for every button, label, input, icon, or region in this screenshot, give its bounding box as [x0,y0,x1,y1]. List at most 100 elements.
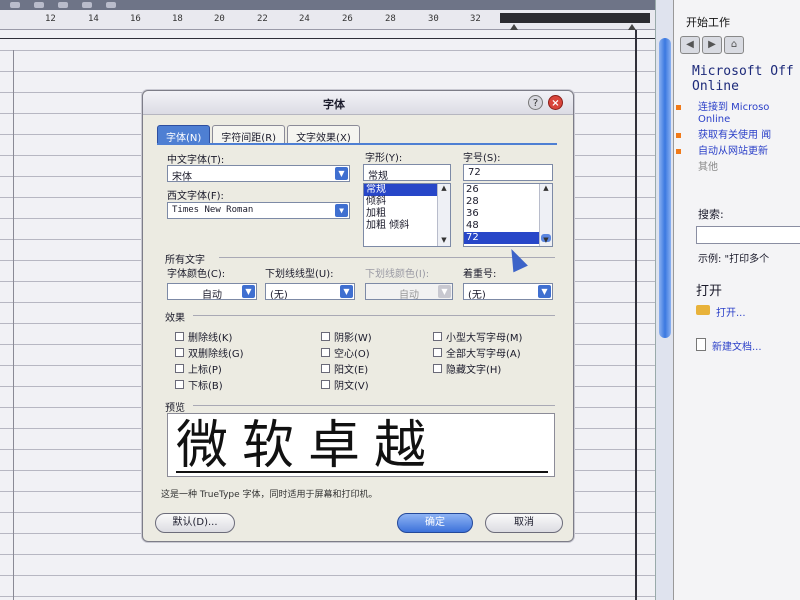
style-list[interactable]: 常规 倾斜 加粗 加粗 倾斜 ▲ ▼ [363,183,451,247]
checkbox[interactable] [175,380,184,389]
toolbar-icon[interactable] [34,2,44,8]
double-strikethrough-checkbox[interactable]: 双删除线(G) [175,345,244,360]
close-icon[interactable]: × [548,95,563,110]
ruler-tick: 16 [130,14,141,24]
checkbox[interactable] [175,348,184,357]
vertical-scrollbar[interactable] [655,0,673,600]
page-left-margin [0,50,14,600]
small-caps-checkbox[interactable]: 小型大写字母(M) [433,329,522,344]
checkbox[interactable] [321,348,330,357]
chevron-down-icon: ▼ [438,285,451,298]
size-list[interactable]: 26 28 36 48 72 ▲ ▼ [463,183,553,247]
dialog-titlebar[interactable]: 字体 ? × [143,91,573,115]
ruler-tick: 24 [299,14,310,24]
home-icon[interactable]: ⌂ [724,36,744,54]
scroll-up-icon[interactable]: ▲ [540,184,552,194]
all-caps-checkbox[interactable]: 全部大写字母(A) [433,345,521,360]
dialog-title: 字体 [323,98,345,111]
scrollbar-thumb[interactable] [659,38,671,338]
ruler-tick: 26 [342,14,353,24]
toolbar-icon[interactable] [106,2,116,8]
size-label: 字号(S): [463,153,501,164]
back-icon[interactable]: ◀ [680,36,700,54]
chinese-font-label: 中文字体(T): [167,155,225,166]
scroll-down-icon[interactable]: ▼ [540,236,552,246]
scroll-down-icon[interactable]: ▼ [438,236,450,246]
ruler-tick: 12 [45,14,56,24]
checkbox[interactable] [321,332,330,341]
page-right-edge [635,30,637,600]
ruler-tick: 14 [88,14,99,24]
chinese-font-select[interactable]: 宋体 ▼ [167,165,350,182]
checkbox[interactable] [433,348,442,357]
font-color-label: 字体颜色(C): [167,269,226,280]
ruler-tick: 32 [470,14,481,24]
tab-character-spacing[interactable]: 字符间距(R) [212,125,286,144]
chevron-down-icon[interactable]: ▼ [335,167,348,180]
link-more[interactable]: 其他 [696,162,800,174]
checkbox[interactable] [321,380,330,389]
ok-button[interactable]: 确定 [397,513,473,533]
ruler-margin-area [500,13,650,23]
preview-baseline [176,471,548,473]
preview-section-label: 预览 [165,403,185,414]
link-get-news[interactable]: 获取有关使用 闻 [676,130,800,142]
office-links: 连接到 Microso Online 获取有关使用 闻 自动从网站更新 其他 [676,102,800,178]
default-button[interactable]: 默认(D)... [155,513,235,533]
help-icon[interactable]: ? [528,95,543,110]
underline-style-select[interactable]: (无) ▼ [265,283,355,300]
size-input[interactable]: 72 [463,164,553,181]
forward-icon[interactable]: ▶ [702,36,722,54]
scroll-up-icon[interactable]: ▲ [438,184,450,194]
shadow-checkbox[interactable]: 阴影(W) [321,329,372,344]
engrave-checkbox[interactable]: 阴文(V) [321,377,369,392]
style-label: 字形(Y): [365,153,403,164]
list-scrollbar[interactable]: ▲ ▼ [539,184,552,246]
page-edge [0,38,655,39]
toolbar-icon[interactable] [10,2,20,8]
checkbox[interactable] [175,364,184,373]
toolbar-icon[interactable] [82,2,92,8]
open-link[interactable]: 打开... [696,304,746,319]
chevron-down-icon[interactable]: ▼ [538,285,551,298]
checkbox[interactable] [321,364,330,373]
task-pane-nav: ◀ ▶ ⌂ [680,36,766,56]
style-input[interactable]: 常规 [363,164,451,181]
list-scrollbar[interactable]: ▲ ▼ [437,184,450,246]
task-pane-title: 开始工作 [686,16,730,29]
search-input[interactable] [696,226,800,244]
section-divider [193,405,555,406]
dialog-tabs: 字体(N) 字符间距(R) 文字效果(X) [157,125,362,144]
chevron-down-icon[interactable]: ▼ [340,285,353,298]
tab-font[interactable]: 字体(N) [157,125,211,144]
font-dialog: 字体 ? × 字体(N) 字符间距(R) 文字效果(X) 中文字体(T): 宋体… [142,90,574,542]
preview-text: 微软卓越 [176,416,441,476]
chevron-down-icon[interactable]: ▼ [335,204,348,217]
new-document-link[interactable]: 新建文档... [696,338,762,353]
cancel-button[interactable]: 取消 [485,513,563,533]
link-auto-update[interactable]: 自动从网站更新 [676,146,800,158]
superscript-checkbox[interactable]: 上标(P) [175,361,222,376]
font-color-select[interactable]: 自动 ▼ [167,283,257,300]
tab-underline [157,143,557,145]
hidden-text-checkbox[interactable]: 隐藏文字(H) [433,361,501,376]
checkbox[interactable] [175,332,184,341]
subscript-checkbox[interactable]: 下标(B) [175,377,223,392]
western-font-select[interactable]: Times New Roman ▼ [167,202,350,219]
toolbar [0,0,660,10]
search-example: 示例: "打印多个 [698,254,770,265]
folder-icon [696,305,710,315]
emphasis-mark-select[interactable]: (无) ▼ [463,283,553,300]
horizontal-ruler[interactable]: 12 14 16 18 20 22 24 26 28 30 32 [0,10,660,30]
checkbox[interactable] [433,332,442,341]
checkbox[interactable] [433,364,442,373]
toolbar-icon[interactable] [58,2,68,8]
strikethrough-checkbox[interactable]: 删除线(K) [175,329,232,344]
outline-checkbox[interactable]: 空心(O) [321,345,370,360]
font-preview: 微软卓越 [167,413,555,477]
emboss-checkbox[interactable]: 阳文(E) [321,361,368,376]
tab-text-effects[interactable]: 文字效果(X) [287,125,360,144]
section-divider [193,315,555,316]
chevron-down-icon[interactable]: ▼ [242,285,255,298]
link-connect-office-online[interactable]: 连接到 Microso Online [676,102,800,126]
